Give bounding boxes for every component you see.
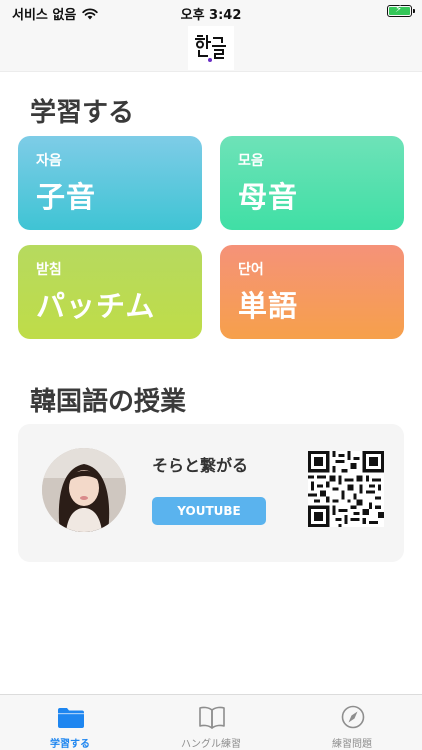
consonant-card[interactable]: 자음 子音 <box>18 136 202 230</box>
word-card[interactable]: 단어 単語 <box>220 245 404 339</box>
tab-learn-label: 学習する <box>50 739 90 750</box>
batchim-korean-label: 받침 <box>36 262 62 278</box>
vowel-card[interactable]: 모음 母音 <box>220 136 404 230</box>
tab-learn[interactable]: 学習する <box>0 695 140 750</box>
qr-code-icon <box>308 451 384 527</box>
learn-section-title: 学習する <box>30 98 135 128</box>
class-section-title: 韓国語の授業 <box>30 387 187 417</box>
book-icon <box>199 706 225 729</box>
consonant-korean-label: 자음 <box>36 153 62 169</box>
channel-name: そらと繋がる <box>152 456 249 475</box>
teacher-avatar <box>42 448 126 532</box>
clock: 오후 3:42 <box>180 8 242 23</box>
app-header <box>0 24 422 72</box>
word-korean-label: 단어 <box>238 262 264 278</box>
vowel-korean-label: 모음 <box>238 153 264 169</box>
avatar-photo <box>42 448 126 532</box>
youtube-button[interactable]: YOUTUBE <box>152 497 266 525</box>
batchim-card[interactable]: 받침 パッチム <box>18 245 202 339</box>
tab-hangul-practice-label: ハングル練習 <box>181 739 241 750</box>
compass-icon <box>341 705 365 729</box>
hangul-logo-icon <box>195 35 226 62</box>
app-logo <box>188 26 234 70</box>
tab-hangul-practice[interactable]: ハングル練習 <box>141 695 281 750</box>
tab-bar: 学習する ハングル練習 練習問題 <box>0 694 422 750</box>
qr-code[interactable] <box>308 451 384 527</box>
tab-exercises[interactable]: 練習問題 <box>282 695 422 750</box>
status-bar: 서비스 없음 오후 3:42 <box>0 0 422 24</box>
tab-exercises-label: 練習問題 <box>332 739 372 750</box>
consonant-label: 子音 <box>36 180 97 214</box>
vowel-label: 母音 <box>238 180 299 214</box>
class-card: そらと繋がる YOUTUBE <box>18 424 404 562</box>
battery-icon <box>387 4 415 17</box>
folder-icon <box>58 708 84 728</box>
batchim-label: パッチム <box>36 289 156 323</box>
word-label: 単語 <box>238 289 299 323</box>
